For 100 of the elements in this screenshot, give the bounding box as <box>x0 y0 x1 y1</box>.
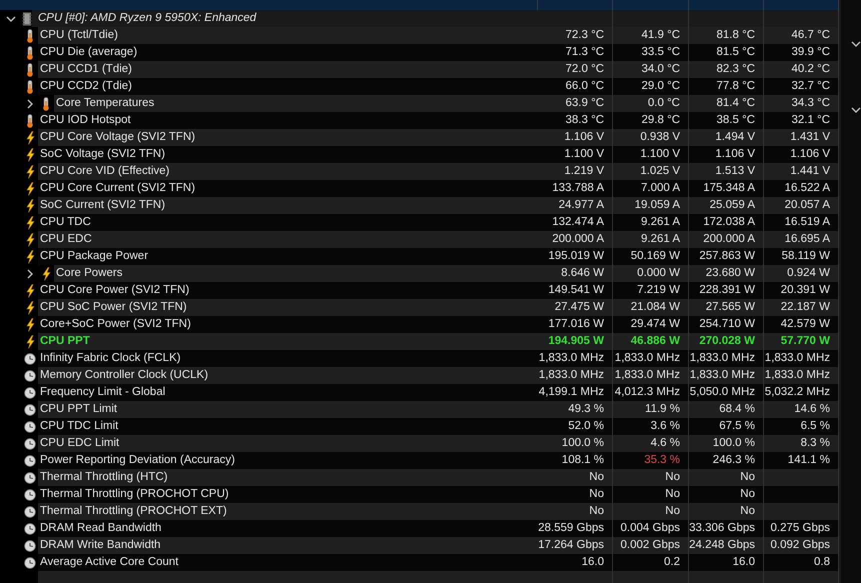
sensor-name[interactable]: CPU TDC <box>38 214 538 231</box>
value-cell: 1,833.0 MHz <box>538 367 613 384</box>
sensor-name[interactable]: CPU PPT <box>38 333 538 350</box>
value-cell: 141.1 % <box>764 452 839 469</box>
value-cell: 20.057 A <box>764 197 839 214</box>
clock-icon <box>24 438 36 450</box>
value-cell: 0.275 Gbps <box>764 520 839 537</box>
value-cell: 254.710 W <box>689 316 764 333</box>
clock-icon <box>24 370 36 382</box>
value-cell: 1,833.0 MHz <box>613 350 689 367</box>
sensor-name[interactable]: Core+SoC Power (SVI2 TFN) <box>38 316 538 333</box>
value-cell: 5,050.0 MHz <box>689 384 764 401</box>
sensor-name[interactable]: Infinity Fabric Clock (FCLK) <box>38 350 538 367</box>
sensor-name[interactable]: CPU Package Power <box>38 248 538 265</box>
value-cell: 81.5 °C <box>689 44 764 61</box>
value-cell: 32.7 °C <box>764 78 839 95</box>
sensor-name[interactable]: DRAM Write Bandwidth <box>38 537 538 554</box>
sensor-name[interactable]: CPU PPT Limit <box>38 401 538 418</box>
sensor-name[interactable]: CPU CCD2 (Tdie) <box>38 78 538 95</box>
value-cell: No <box>538 503 613 520</box>
sensor-name[interactable]: CPU EDC <box>38 231 538 248</box>
value-cell: 1.106 V <box>538 129 613 146</box>
sensor-name[interactable]: SoC Voltage (SVI2 TFN) <box>38 146 538 163</box>
value-cell: 24.248 Gbps <box>689 537 764 554</box>
collapse-chevron-icon[interactable] <box>6 14 16 22</box>
sensor-name[interactable]: CPU (Tctl/Tdie) <box>38 27 538 44</box>
expand-chevron-icon[interactable] <box>26 268 34 278</box>
value-cell: 195.019 W <box>538 248 613 265</box>
value-cell: 9.261 A <box>613 214 689 231</box>
sensor-name[interactable]: Frequency Limit - Global <box>38 384 538 401</box>
value-cell: 39.9 °C <box>764 44 839 61</box>
value-cell: 72.3 °C <box>538 27 613 44</box>
value-cell: No <box>689 503 764 520</box>
value-cell: 257.863 W <box>689 248 764 265</box>
sensor-name[interactable]: CPU EDC Limit <box>38 435 538 452</box>
value-cell: No <box>613 469 689 486</box>
clock-icon <box>24 540 36 552</box>
value-cell: 1.431 V <box>764 129 839 146</box>
value-cell: 25.059 A <box>689 197 764 214</box>
value-cell: 133.788 A <box>538 180 613 197</box>
value-cell: No <box>538 486 613 503</box>
value-cell: 8.646 W <box>538 265 613 282</box>
clock-icon <box>24 472 36 484</box>
sensor-name[interactable]: Core Powers <box>54 265 538 282</box>
value-cell: 17.264 Gbps <box>538 537 613 554</box>
value-cell: 38.5 °C <box>689 112 764 129</box>
chevron-icon[interactable] <box>851 40 861 48</box>
sensor-name[interactable]: CPU Core Voltage (SVI2 TFN) <box>38 129 538 146</box>
sensor-name[interactable]: Thermal Throttling (PROCHOT EXT) <box>38 503 538 520</box>
value-cell: No <box>613 503 689 520</box>
clock-icon <box>24 556 36 568</box>
sensor-name[interactable]: Thermal Throttling (PROCHOT CPU) <box>38 486 538 503</box>
value-cell: 8.3 % <box>764 435 839 452</box>
chevron-icon[interactable] <box>851 106 861 114</box>
sensor-name[interactable]: SoC Current (SVI2 TFN) <box>38 197 538 214</box>
sensor-name[interactable]: CPU TDC Limit <box>38 418 538 435</box>
sensor-name[interactable]: Power Reporting Deviation (Accuracy) <box>38 452 538 469</box>
value-cell: 22.187 W <box>764 299 839 316</box>
sensor-name[interactable]: Memory Controller Clock (UCLK) <box>38 367 538 384</box>
sensor-name[interactable]: CPU Die (average) <box>38 44 538 61</box>
value-cell: 81.4 °C <box>689 95 764 112</box>
sensor-name[interactable]: Thermal Throttling (HTC) <box>38 469 538 486</box>
value-cell: 100.0 % <box>689 435 764 452</box>
value-cell: 1.441 V <box>764 163 839 180</box>
lightning-icon <box>26 232 34 246</box>
lightning-icon <box>26 334 34 348</box>
sensor-name[interactable]: Average Active Core Count <box>38 554 538 571</box>
lightning-icon <box>26 216 34 230</box>
thermometer-icon <box>26 114 34 128</box>
value-cell: 16.695 A <box>764 231 839 248</box>
sensor-name[interactable]: CPU CCD1 (Tdie) <box>38 61 538 78</box>
value-cell: 1.494 V <box>689 129 764 146</box>
chip-icon <box>22 12 32 26</box>
value-cell: 0.924 W <box>764 265 839 282</box>
value-cell: 67.5 % <box>689 418 764 435</box>
value-cell: 0.000 W <box>613 265 689 282</box>
expand-chevron-icon[interactable] <box>26 98 34 108</box>
value-cell: 4,012.3 MHz <box>613 384 689 401</box>
sensor-name[interactable]: CPU Core Current (SVI2 TFN) <box>38 180 538 197</box>
sensor-name[interactable]: Core Temperatures <box>54 95 538 112</box>
sensor-name[interactable]: CPU IOD Hotspot <box>38 112 538 129</box>
value-cell: 49.3 % <box>538 401 613 418</box>
value-cell: 177.016 W <box>538 316 613 333</box>
group-title[interactable]: CPU [#0]: AMD Ryzen 9 5950X: Enhanced <box>32 10 538 27</box>
sensor-name[interactable]: DRAM Read Bandwidth <box>38 520 538 537</box>
sensor-name[interactable]: CPU Core Power (SVI2 TFN) <box>38 282 538 299</box>
sensor-name[interactable]: CPU SoC Power (SVI2 TFN) <box>38 299 538 316</box>
value-cell: 1.100 V <box>538 146 613 163</box>
value-cell: 11.9 % <box>613 401 689 418</box>
value-cell: 46.886 W <box>613 333 689 350</box>
value-cell: 246.3 % <box>689 452 764 469</box>
value-cell: 50.169 W <box>613 248 689 265</box>
value-cell: 0.092 Gbps <box>764 537 839 554</box>
value-cell: 1.513 V <box>689 163 764 180</box>
value-cell: 16.522 A <box>764 180 839 197</box>
sensor-name[interactable]: CPU Core VID (Effective) <box>38 163 538 180</box>
value-cell: 1,833.0 MHz <box>613 367 689 384</box>
value-cell: 100.0 % <box>538 435 613 452</box>
value-cell: 16.0 <box>689 554 764 571</box>
value-cell: 0.002 Gbps <box>613 537 689 554</box>
